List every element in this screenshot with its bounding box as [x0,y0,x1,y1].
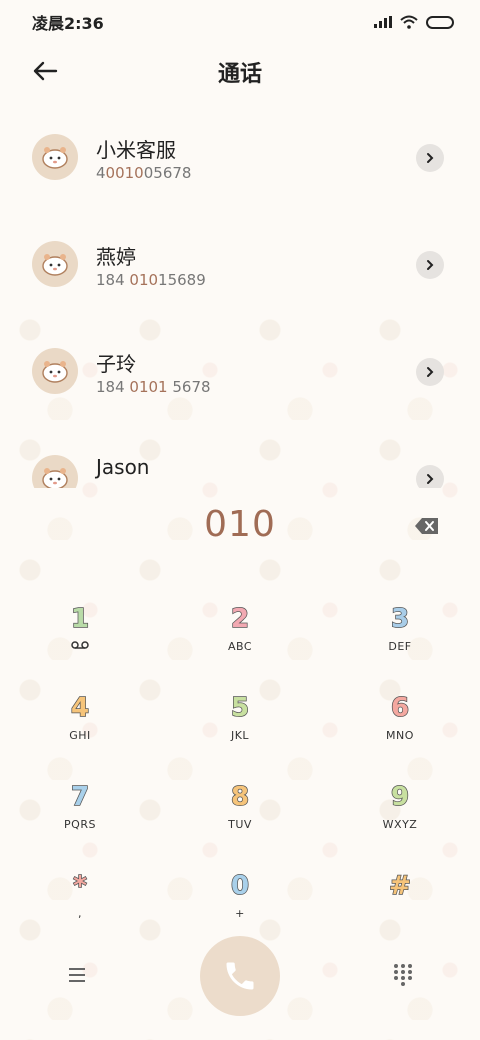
header: 通话 [0,44,480,100]
key-9[interactable]: 9 WXYZ [340,781,460,862]
status-time: 凌晨2:36 [32,14,104,33]
phone-icon [226,962,254,990]
contact-item[interactable]: Jason [0,427,480,488]
signal-icon [374,16,392,28]
key-3[interactable]: 3 DEF [340,603,460,684]
chevron-right-icon [427,153,434,163]
key-1[interactable]: 1 [20,603,140,684]
hamster-avatar-icon [42,254,68,276]
key-letters: + [235,907,245,920]
wifi-icon [400,15,418,29]
key-letters: GHI [69,729,91,742]
key-letters: DEF [388,640,412,653]
status-bar: 凌晨2:36 [0,0,480,44]
key-letters: ABC [227,640,253,653]
status-icons [374,15,454,29]
key-2[interactable]: 2 ABC [180,603,300,684]
key-star[interactable]: *, [20,870,140,951]
key-6[interactable]: 6 MNO [340,692,460,773]
key-letters: JKL [230,729,250,742]
key-4[interactable]: 4 GHI [20,692,140,773]
contact-detail-button[interactable] [416,144,444,172]
contact-suggestion-list: 小米客服 4001005678 燕婷 184 01015689 子玲 184 0… [0,106,480,488]
key-digit: * [72,870,87,902]
chevron-right-icon [427,260,434,270]
key-digit: 9 [390,781,410,813]
key-5[interactable]: 5 JKL [180,692,300,773]
avatar [32,241,78,287]
key-letters: MNO [386,729,414,742]
contact-item[interactable]: 燕婷 184 01015689 [0,213,480,319]
contact-number: 184 01015689 [96,271,206,289]
menu-icon[interactable] [66,964,90,986]
contact-item[interactable]: 子玲 184 0101 5678 [0,320,480,426]
chevron-right-icon [427,367,434,377]
key-letters: WXYZ [382,818,418,831]
page-title: 通话 [217,62,262,87]
contact-detail-button[interactable] [416,358,444,386]
avatar [32,455,78,488]
key-letters: , [78,907,82,920]
key-digit: 6 [390,692,410,724]
backspace-icon[interactable] [414,516,440,536]
contact-number: 4001005678 [96,164,192,182]
hamster-avatar-icon [42,468,68,488]
contact-name: 小米客服 [96,138,176,162]
key-digit: 2 [230,603,250,635]
key-hash[interactable]: # [340,870,460,951]
chevron-right-icon [427,474,434,484]
key-digit: 1 [70,603,90,635]
key-letters: PQRS [64,818,96,831]
key-digit: 3 [390,603,410,635]
key-digit: 5 [230,692,250,724]
contact-detail-button[interactable] [416,251,444,279]
contact-name: 燕婷 [96,245,136,269]
dialpad-icon[interactable] [392,962,414,988]
key-7[interactable]: 7 PQRS [20,781,140,862]
contact-detail-button[interactable] [416,465,444,488]
key-letters: TUV [228,818,252,831]
key-digit: 4 [70,692,90,724]
avatar [32,348,78,394]
key-digit: # [388,870,411,902]
call-button[interactable] [200,936,280,1016]
hamster-avatar-icon [42,147,68,169]
hamster-avatar-icon [42,361,68,383]
contact-item[interactable]: 小米客服 4001005678 [0,106,480,212]
battery-icon [426,15,454,29]
key-digit: 8 [230,781,250,813]
contact-name: 子玲 [96,352,136,376]
key-digit: 7 [70,781,90,813]
contact-number: 184 0101 5678 [96,378,211,396]
avatar [32,134,78,180]
key-digit: 0 [230,870,250,902]
contact-name: Jason [96,455,150,479]
dialed-number: 010 [204,504,276,545]
key-8[interactable]: 8 TUV [180,781,300,862]
voicemail-icon [71,641,89,649]
